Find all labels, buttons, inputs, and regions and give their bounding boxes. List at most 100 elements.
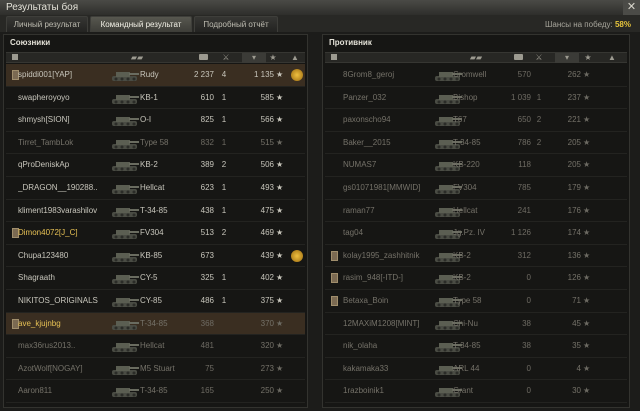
damage-value: 389 — [200, 160, 214, 170]
table-row[interactable]: NUMAS7 KB-220 118 205 ★ — [325, 154, 627, 177]
tab-personal-result[interactable]: Личный результат — [6, 16, 88, 32]
squad-column-icon[interactable] — [10, 53, 20, 63]
tank-icon — [110, 270, 140, 286]
star-icon: ★ — [276, 273, 284, 283]
damage-value: 0 — [526, 295, 531, 305]
table-row[interactable]: Shagraath CY-5 325 1 402 ★ — [6, 267, 305, 290]
damage-value: 786 — [517, 137, 531, 147]
table-row[interactable]: 1razboinik1 Grant 0 30 ★ — [325, 380, 627, 403]
star-column-icon[interactable]: ★ — [581, 53, 595, 63]
player-name: Betaxa_Boin — [343, 295, 389, 305]
star-icon: ★ — [276, 318, 284, 328]
damage-value: 1 126 — [510, 228, 531, 238]
kills-value: 2 — [221, 228, 227, 238]
xp-value: 469 — [260, 228, 274, 238]
window-title: Результаты боя — [6, 2, 79, 13]
table-row[interactable]: Aaron811 T-34-85 165 250 ★ — [6, 380, 305, 403]
tank-name: T-34-85 — [140, 205, 168, 215]
table-row[interactable]: swapheroyoyo KB-1 610 1 585 ★ — [6, 87, 305, 110]
kills-value — [533, 313, 545, 335]
star-icon: ★ — [583, 295, 591, 305]
xp-column-sort-icon[interactable]: ▾ — [242, 53, 266, 63]
damage-column-icon[interactable] — [511, 53, 525, 63]
star-column-icon[interactable]: ★ — [266, 53, 280, 63]
medal-column-icon[interactable]: ▲ — [605, 53, 619, 63]
kills-value: 2 — [536, 115, 542, 125]
damage-value: 325 — [200, 273, 214, 283]
table-row[interactable]: 8Grom8_geroj Cromwell 570 262 ★ — [325, 64, 627, 87]
tank-name: KB-1 — [140, 92, 158, 102]
tank-icon — [110, 383, 140, 399]
table-row[interactable]: rasim_948[-ITD-] KB-2 0 126 ★ — [325, 267, 627, 290]
tank-name: Jg.Pz. IV — [453, 228, 486, 238]
tank-icon — [110, 225, 140, 241]
table-row[interactable]: qProDeniskAp KB-2 389 2 506 ★ — [6, 154, 305, 177]
table-row[interactable]: kliment1983varashilov T-34-85 438 1 475 ★ — [6, 200, 305, 223]
xp-value: 136 — [567, 250, 581, 260]
table-row[interactable]: max36rus2013.. Hellcat 481 320 ★ — [6, 335, 305, 358]
kills-value — [533, 64, 545, 86]
close-icon[interactable]: ✕ — [623, 0, 640, 15]
xp-value: 1 135 — [253, 70, 274, 79]
tab-detailed-report[interactable]: Подробный отчёт — [194, 16, 278, 32]
medal-icon — [290, 64, 304, 86]
table-row[interactable]: _DRAGON__190288.. Hellcat 623 1 493 ★ — [6, 177, 305, 200]
tank-icon — [110, 67, 140, 83]
tab-team-result[interactable]: Командный результат — [90, 16, 192, 32]
table-row[interactable]: Baker__2015 T-34-85 786 2 205 ★ — [325, 132, 627, 155]
table-row[interactable]: tag04 Jg.Pz. IV 1 126 174 ★ — [325, 222, 627, 245]
table-row[interactable]: Chupa123480 KB-85 673 439 ★ — [6, 245, 305, 268]
table-row[interactable]: raman77 Hellcat 241 176 ★ — [325, 200, 627, 223]
damage-value: 481 — [200, 341, 214, 351]
table-row[interactable]: AzotWolf[NOGAY] M5 Stuart 75 273 ★ — [6, 358, 305, 381]
table-row[interactable]: 12MAXiM1208[MINT] Chi-Nu 38 45 ★ — [325, 313, 627, 336]
squad-column-icon[interactable] — [329, 53, 339, 63]
kills-value: 1 — [221, 295, 227, 305]
table-row[interactable]: shmysh[SION] O-I 825 1 566 ★ — [6, 109, 305, 132]
table-row[interactable]: gs01071981[MMWID] FV304 785 179 ★ — [325, 177, 627, 200]
player-name: qProDeniskAp — [18, 160, 70, 170]
table-row[interactable]: Tirret_TambLok Type 58 832 1 515 ★ — [6, 132, 305, 155]
table-row[interactable]: kakamaka33 ARL 44 0 4 ★ — [325, 358, 627, 381]
table-row[interactable]: ave_kjujnbg T-34-85 368 370 ★ — [6, 312, 305, 336]
medal-column-icon[interactable]: ▲ — [288, 53, 302, 63]
xp-value: 566 — [260, 115, 274, 125]
star-icon: ★ — [276, 386, 284, 396]
xp-column-sort-icon[interactable]: ▾ — [555, 53, 579, 63]
damage-value: 0 — [526, 386, 531, 396]
player-name: _DRAGON__190288.. — [18, 182, 98, 192]
kills-column-icon[interactable]: ⚔ — [531, 53, 547, 63]
kills-value: 4 — [221, 70, 227, 79]
tank-name: O-I — [140, 115, 152, 125]
player-name: Aaron811 — [18, 386, 53, 396]
table-row[interactable]: kolay1995_zashhitnik KB-2 312 136 ★ — [325, 245, 627, 268]
tank-column-icon[interactable]: ▰▰ — [465, 53, 487, 63]
tank-name: CY-85 — [140, 295, 162, 305]
table-row[interactable]: spiddi001[YAP] Rudy 2 237 4 1 135 ★ — [6, 64, 305, 87]
kills-value — [533, 154, 545, 176]
kills-value — [533, 380, 545, 402]
player-name: AzotWolf[NOGAY] — [18, 363, 83, 373]
kills-column-icon[interactable]: ⚔ — [218, 53, 234, 63]
tank-name: M5 Stuart — [140, 363, 175, 373]
enemies-title: Противник — [329, 38, 372, 47]
tank-name: KB-220 — [453, 160, 480, 170]
enemies-header: ▰▰ ⚔ ▾ ★ ▲ — [325, 52, 627, 63]
damage-column-icon[interactable] — [196, 53, 210, 63]
win-chance-label: Шансы на победу: — [545, 20, 613, 29]
xp-value: 237 — [567, 92, 581, 102]
table-row[interactable]: Betaxa_Boin Type 58 0 71 ★ — [325, 290, 627, 313]
damage-value: 118 — [518, 160, 531, 170]
player-name: tag04 — [343, 228, 364, 238]
squad-badge-icon — [331, 295, 338, 306]
table-row[interactable]: Panzer_032 Bishop 1 039 1 237 ★ — [325, 87, 627, 110]
table-row[interactable]: paxonscho94 T67 650 2 221 ★ — [325, 109, 627, 132]
player-name: kolay1995_zashhitnik — [343, 250, 420, 260]
tank-name: T67 — [453, 115, 467, 125]
tank-column-icon[interactable]: ▰▰ — [126, 53, 148, 63]
xp-value: 250 — [260, 386, 274, 396]
table-row[interactable]: NIKITOS_ORIGINALS CY-85 486 1 375 ★ — [6, 290, 305, 313]
player-name: Shagraath — [18, 273, 55, 283]
table-row[interactable]: Dimon4072[J_C] FV304 513 2 469 ★ — [6, 222, 305, 245]
table-row[interactable]: nik_olaha T-34-85 38 35 ★ — [325, 335, 627, 358]
